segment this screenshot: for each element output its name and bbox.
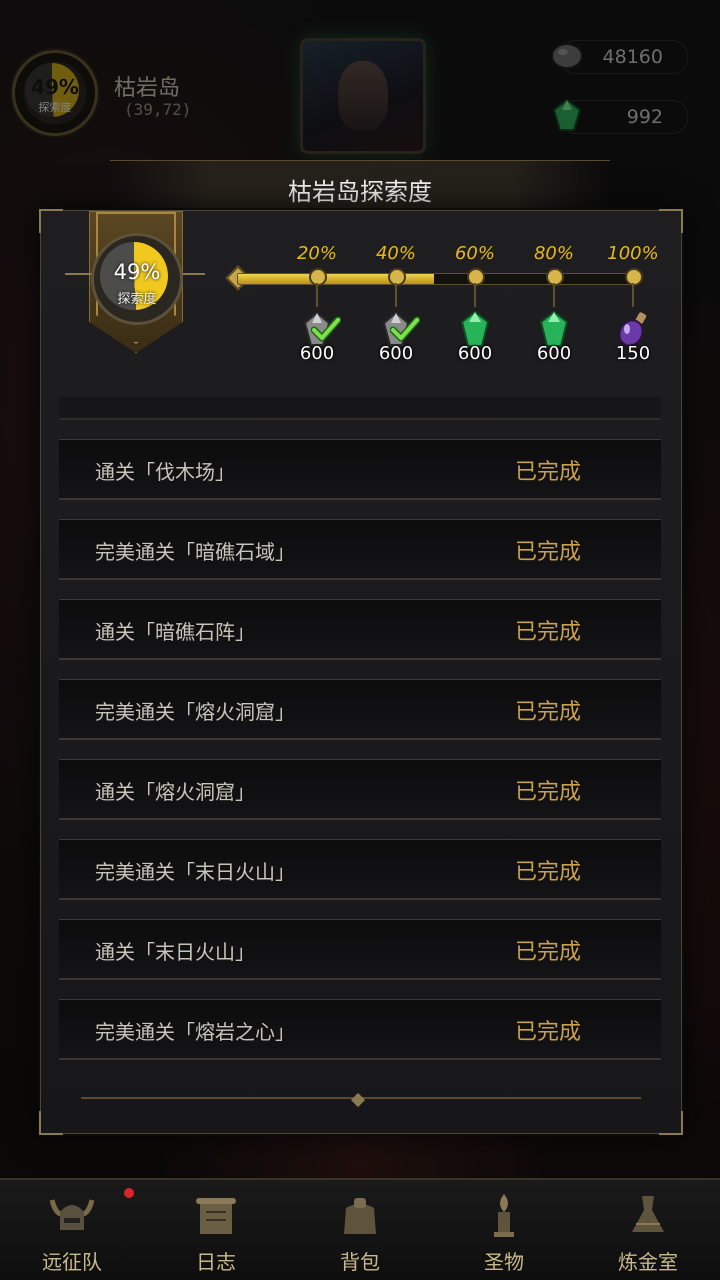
task-list[interactable]: 通关「伐木场」 已完成 完美通关「暗礁石域」 已完成 通关「暗礁石阵」 已完成 完美通关「熔… <box>41 397 681 1093</box>
task-row[interactable]: 完美通关「熔岩之心」 已完成 <box>59 999 661 1060</box>
milestone-percent: 40% <box>375 243 416 264</box>
task-name: 完美通关「熔岩之心」 <box>95 1020 295 1044</box>
nav-label: 背包 <box>340 1250 380 1274</box>
task-name: 完美通关「末日火山」 <box>95 860 295 884</box>
milestone-reward-amount: 600 <box>457 343 493 364</box>
task-status: 已完成 <box>514 940 581 965</box>
task-status: 已完成 <box>514 540 581 565</box>
nav-label: 远征队 <box>42 1250 102 1274</box>
claimed-check-icon <box>389 315 421 345</box>
task-row[interactable]: 完美通关「暗礁石域」 已完成 <box>59 519 661 580</box>
task-name: 通关「伐木场」 <box>95 460 235 484</box>
milestone-node <box>467 268 485 286</box>
milestone-stem <box>632 283 634 307</box>
task-row[interactable]: 通关「暗礁石阵」 已完成 <box>59 599 661 660</box>
milestone-percent: 80% <box>533 243 574 264</box>
nav-item[interactable]: 背包 <box>288 1180 432 1280</box>
task-status: 已完成 <box>514 620 581 645</box>
task-name: 通关「末日火山」 <box>95 940 255 964</box>
claimed-check-icon <box>310 315 342 345</box>
task-name: 完美通关「暗礁石域」 <box>95 540 295 564</box>
nav-item[interactable]: 圣物 <box>432 1180 576 1280</box>
milestone-node <box>625 268 643 286</box>
horned-helmet-icon <box>46 1190 98 1242</box>
nav-label: 圣物 <box>484 1250 524 1274</box>
milestone-percent: 60% <box>454 243 495 264</box>
task-status: 已完成 <box>514 860 581 885</box>
scroll-icon <box>190 1190 242 1242</box>
nav-item[interactable]: 远征队 <box>0 1180 144 1280</box>
task-name: 完美通关「熔火洞窟」 <box>95 700 295 724</box>
task-status: 已完成 <box>514 780 581 805</box>
milestone-reward-amount: 600 <box>536 343 572 364</box>
milestone-percent: 100% <box>607 243 659 264</box>
milestone-reward-amount: 600 <box>378 343 414 364</box>
notification-dot <box>124 1188 134 1198</box>
exploration-compass: 49% 探索度 <box>91 233 183 325</box>
milestone-reward-amount: 150 <box>615 343 651 364</box>
nav-label: 炼金室 <box>618 1250 678 1274</box>
task-name: 通关「暗礁石阵」 <box>95 620 255 644</box>
exploration-modal: 49% 探索度 20% 600 40% 600 60% 600 80% 600 100% 150 … <box>39 209 683 1135</box>
bottom-nav: 远征队 日志 背包 圣物 炼金室 <box>0 1178 720 1280</box>
milestone-stem <box>316 283 318 307</box>
milestone-percent: 20% <box>296 243 337 264</box>
task-status: 已完成 <box>514 460 581 485</box>
nav-item[interactable]: 日志 <box>144 1180 288 1280</box>
alchemy-icon <box>622 1190 674 1242</box>
task-row-partial <box>59 397 661 420</box>
milestone-node <box>309 268 327 286</box>
bag-icon <box>334 1190 386 1242</box>
task-row[interactable]: 通关「伐木场」 已完成 <box>59 439 661 500</box>
frame-corner <box>659 209 683 233</box>
task-row[interactable]: 通关「熔火洞窟」 已完成 <box>59 759 661 820</box>
milestone-stem <box>474 283 476 307</box>
bottom-divider-ornament <box>350 1092 366 1108</box>
task-row[interactable]: 通关「末日火山」 已完成 <box>59 919 661 980</box>
task-name: 通关「熔火洞窟」 <box>95 780 255 804</box>
progress-track <box>237 273 639 285</box>
milestone-stem <box>553 283 555 307</box>
frame-corner <box>39 1111 63 1135</box>
exploration-label: 探索度 <box>117 292 157 307</box>
milestone-node <box>546 268 564 286</box>
relic-torch-icon <box>478 1190 530 1242</box>
task-status: 已完成 <box>514 700 581 725</box>
task-status: 已完成 <box>514 1020 581 1045</box>
task-row[interactable]: 完美通关「熔火洞窟」 已完成 <box>59 679 661 740</box>
frame-corner <box>39 209 63 233</box>
nav-item[interactable]: 炼金室 <box>576 1180 720 1280</box>
task-row[interactable]: 完美通关「末日火山」 已完成 <box>59 839 661 900</box>
exploration-percent: 49% <box>113 260 161 284</box>
modal-title: 枯岩岛探索度 <box>288 178 432 206</box>
milestone-reward-amount: 600 <box>299 343 335 364</box>
milestone-node <box>388 268 406 286</box>
frame-corner <box>659 1111 683 1135</box>
nav-label: 日志 <box>196 1250 236 1274</box>
milestone-stem <box>395 283 397 307</box>
